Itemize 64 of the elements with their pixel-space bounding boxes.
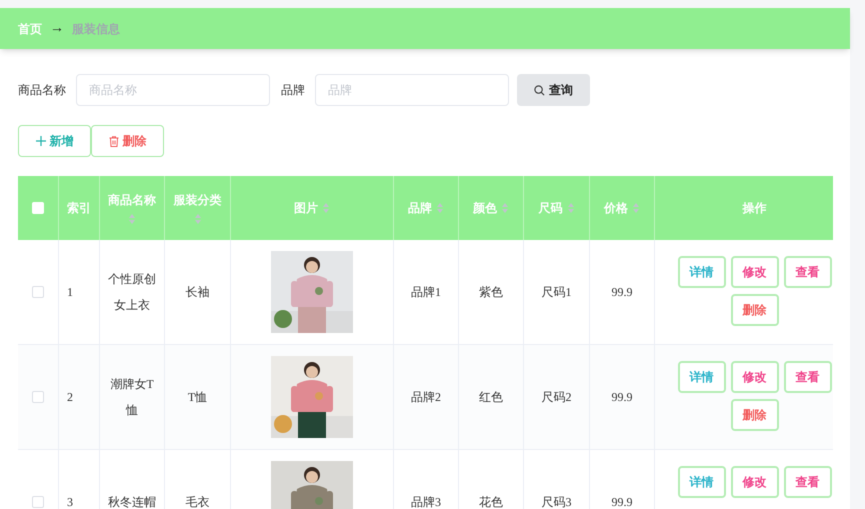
filter-field[interactable]: 品牌 [315,74,509,106]
table-cell-text: T恤 [188,389,208,406]
view-button[interactable]: 查看 [784,256,832,288]
table-cell-text: 毛衣 [186,494,210,509]
checkbox[interactable] [32,496,44,508]
checkbox[interactable] [32,286,44,298]
sort-icon[interactable] [128,213,136,225]
table-cell-text: 长袖 [186,284,210,301]
column-header[interactable]: 操作 [742,199,766,217]
sort-icon[interactable] [436,202,444,214]
sort-icon[interactable] [566,202,574,214]
edit-button[interactable]: 修改 [730,256,778,288]
table-cell-text: 尺码1 [542,284,572,301]
sort-icon[interactable] [194,213,202,225]
search-icon [534,84,545,96]
detail-button[interactable]: 详情 [678,256,726,288]
table-cell-text: 99.9 [612,284,632,301]
delete-button[interactable]: 删除 [730,294,778,326]
table-cell-text: 品牌3 [411,494,441,509]
table-cell-text: 秋冬连帽 [108,494,156,509]
breadcrumb-separator: → [50,20,64,38]
detail-button[interactable]: 详情 [678,361,726,393]
table-cell-text: 尺码3 [542,494,572,509]
table-cell-text: 个性原创女上衣 [108,271,156,314]
table-cell-text: 花色 [479,494,503,509]
column-header[interactable]: 图片 [294,199,330,217]
sort-icon[interactable] [322,202,330,214]
view-button[interactable]: 查看 [784,466,832,498]
breadcrumb-item[interactable]: 首页 [18,20,42,38]
sort-icon[interactable] [501,202,509,214]
edit-button[interactable]: 修改 [730,466,778,498]
checkbox[interactable] [32,391,44,403]
delete-button[interactable]: 删除 [730,399,778,431]
delete-button[interactable]: 删除 [91,125,164,157]
table-cell-text: 2 [67,389,73,406]
sort-icon[interactable] [632,202,640,214]
detail-button[interactable]: 详情 [678,466,726,498]
table-cell-text: 尺码2 [542,389,572,406]
filter-label: 商品名称 [18,82,66,99]
table-cell-text: 1 [67,284,73,301]
edit-button[interactable]: 修改 [730,361,778,393]
table-cell-text: 紫色 [479,284,503,301]
table-cell-text: 99.9 [612,389,632,406]
table-cell-text: 红色 [479,389,503,406]
view-button[interactable]: 查看 [784,361,832,393]
plus-icon [36,136,46,146]
column-header[interactable]: 颜色 [473,199,509,217]
table-cell-text: 品牌1 [411,284,441,301]
column-header[interactable]: 商品名称 [108,191,156,225]
breadcrumb-item: 服装信息 [72,20,120,38]
search-button[interactable]: 查询 [517,74,590,106]
trash-icon [108,136,118,146]
table-cell-text: 品牌2 [411,389,441,406]
column-header[interactable]: 价格 [604,199,640,217]
table-cell-text: 潮牌女T恤 [109,376,155,419]
column-header[interactable]: 服装分类 [174,191,222,225]
table-cell-text: 99.9 [612,494,632,509]
add-button[interactable]: 新增 [18,125,91,157]
column-header[interactable]: 索引 [67,199,91,217]
filter-field[interactable]: 商品名称 [76,74,270,106]
table-cell-text: 3 [67,494,73,509]
column-header[interactable]: 尺码 [538,199,574,217]
column-header[interactable]: 品牌 [408,199,444,217]
filter-label: 品牌 [281,82,305,99]
